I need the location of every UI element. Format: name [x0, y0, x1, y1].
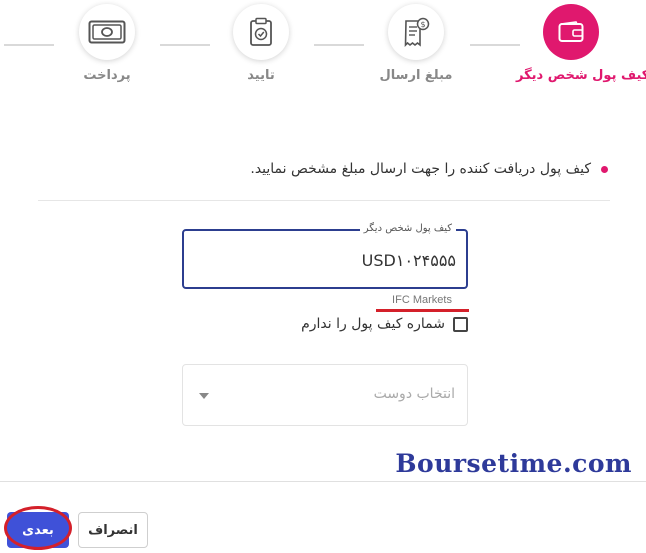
- svg-text:$: $: [420, 20, 425, 29]
- stepper-connector: [4, 44, 54, 46]
- step-confirm: تایید: [206, 4, 316, 83]
- select-friend-placeholder: انتخاب دوست: [373, 386, 455, 402]
- wallet-helper-text: IFC Markets: [392, 294, 452, 306]
- stepper: پرداخت تایید $ مبلغ ارسال کیف پول شخص دی…: [0, 0, 646, 118]
- stepper-connector: [470, 44, 520, 46]
- wallet-number-input[interactable]: [194, 246, 456, 274]
- wallet-icon: [543, 4, 599, 60]
- step-payment-label: پرداخت: [83, 68, 131, 83]
- step-amount-label: مبلغ ارسال: [379, 68, 453, 83]
- step-confirm-label: تایید: [247, 68, 275, 83]
- no-wallet-checkbox[interactable]: [453, 316, 468, 332]
- no-wallet-checkbox-row[interactable]: شماره کیف پول را ندارم: [301, 316, 468, 332]
- step-amount: $ مبلغ ارسال: [361, 4, 471, 83]
- wallet-number-label: کیف پول شخص دیگر: [359, 223, 456, 234]
- step-other-wallet-label: کیف پول شخص دیگر: [516, 68, 646, 83]
- stepper-connector: [314, 44, 364, 46]
- watermark: Boursetime.com: [395, 449, 632, 478]
- banknote-icon: [79, 4, 135, 60]
- clipboard-check-icon: [233, 4, 289, 60]
- footer-divider: [0, 481, 646, 482]
- bullet-dot: [601, 165, 608, 173]
- wallet-number-field[interactable]: کیف پول شخص دیگر: [182, 223, 468, 289]
- cancel-button[interactable]: انصراف: [78, 512, 148, 548]
- no-wallet-label: شماره کیف پول را ندارم: [301, 316, 445, 332]
- divider: [38, 200, 610, 201]
- instruction-text: کیف پول دریافت کننده را جهت ارسال مبلغ م…: [250, 161, 591, 177]
- caret-down-icon: [199, 393, 209, 399]
- invoice-icon: $: [388, 4, 444, 60]
- highlight-underline: [376, 309, 469, 312]
- select-friend-dropdown[interactable]: انتخاب دوست: [182, 364, 468, 426]
- instruction: کیف پول دریافت کننده را جهت ارسال مبلغ م…: [250, 161, 608, 177]
- next-button[interactable]: بعدی: [7, 512, 69, 548]
- step-payment: پرداخت: [52, 4, 162, 83]
- stepper-connector: [160, 44, 210, 46]
- step-other-wallet: کیف پول شخص دیگر: [516, 4, 646, 83]
